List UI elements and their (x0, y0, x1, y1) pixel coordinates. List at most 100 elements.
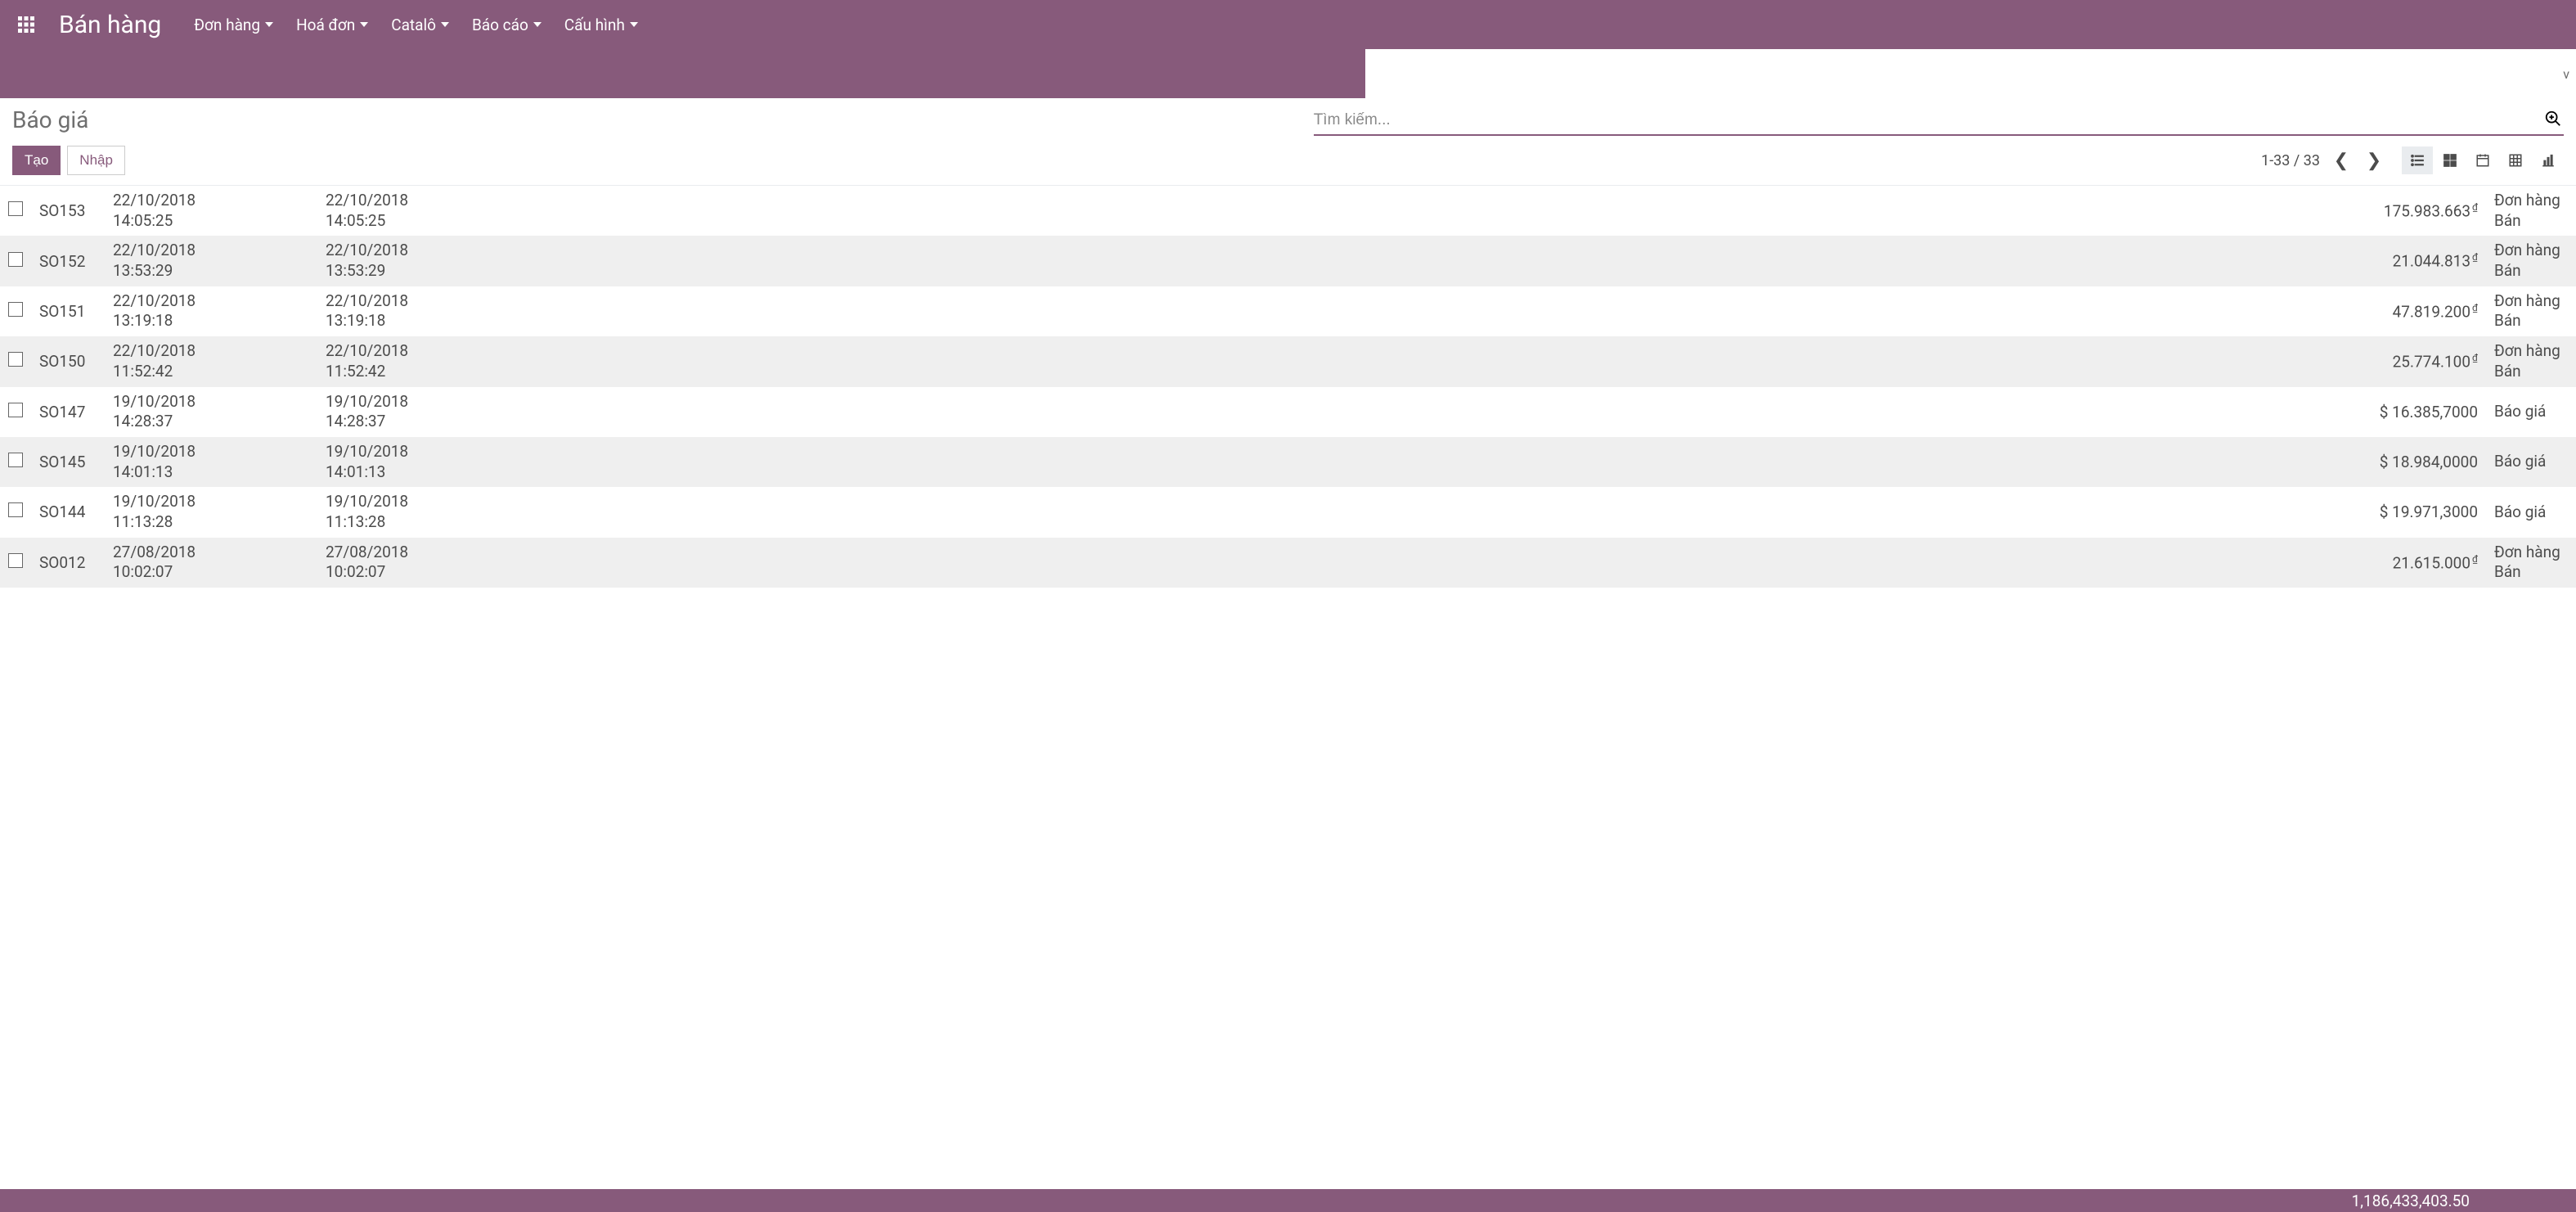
cell-status: Đơn hàngBán (2486, 336, 2576, 386)
cell-amount: 21.615.000₫ (2339, 538, 2486, 588)
row-checkbox[interactable] (8, 252, 23, 267)
cell-confirm-date: 19/10/201814:01:13 (317, 437, 448, 487)
cell-empty (448, 336, 2339, 386)
calendar-icon (2475, 153, 2490, 168)
create-button[interactable]: Tạo (12, 146, 61, 175)
menu-orders[interactable]: Đơn hàng (194, 16, 273, 34)
cell-status: Báo giá (2486, 437, 2576, 487)
cell-so: SO151 (31, 286, 105, 336)
list-view: SO15322/10/201814:05:2522/10/201814:05:2… (0, 186, 2576, 1210)
apps-icon (18, 16, 34, 33)
view-list[interactable] (2402, 146, 2433, 174)
caret-down-icon (441, 22, 449, 27)
cell-order-date: 22/10/201813:53:29 (105, 236, 317, 286)
table-row[interactable]: SO14519/10/201814:01:1319/10/201814:01:1… (0, 437, 2576, 487)
menu-label: Cấu hình (564, 16, 625, 34)
control-row1: Báo giá (12, 106, 2564, 136)
cell-confirm-date: 22/10/201813:19:18 (317, 286, 448, 336)
table-row[interactable]: SO15322/10/201814:05:2522/10/201814:05:2… (0, 186, 2576, 236)
row-checkbox[interactable] (8, 453, 23, 467)
navbar-row2: Công ty T v (0, 49, 2576, 98)
cell-order-date: 19/10/201811:13:28 (105, 487, 317, 537)
control-rhs: 1-33 / 33 ❮ ❯ (2261, 146, 2564, 174)
cell-status: Đơn hàngBán (2486, 538, 2576, 588)
cell-empty (448, 236, 2339, 286)
cell-confirm-date: 19/10/201814:28:37 (317, 387, 448, 437)
pager-prev[interactable]: ❮ (2330, 151, 2353, 171)
row-checkbox[interactable] (8, 302, 23, 317)
pager-value[interactable]: 1-33 / 33 (2261, 152, 2320, 169)
import-button[interactable]: Nhập (67, 146, 125, 175)
main-menu: Đơn hàng Hoá đơn Catalô Báo cáo Cấu hình (194, 16, 638, 34)
cell-so: SO153 (31, 186, 105, 236)
table-row[interactable]: SO15022/10/201811:52:4222/10/201811:52:4… (0, 336, 2576, 386)
navbar: Bán hàng Đơn hàng Hoá đơn Catalô Báo cáo… (0, 0, 2576, 98)
row-checkbox[interactable] (8, 352, 23, 367)
menu-reports[interactable]: Báo cáo (472, 16, 542, 34)
table-row[interactable]: SO01227/08/201810:02:0727/08/201810:02:0… (0, 538, 2576, 588)
apps-button[interactable] (10, 16, 43, 33)
cell-confirm-date: 27/08/201810:02:07 (317, 538, 448, 588)
footer-total: 1,186,433,403.50 (2352, 1192, 2470, 1210)
view-graph[interactable] (2533, 146, 2564, 174)
cell-confirm-date: 22/10/201814:05:25 (317, 186, 448, 236)
navbar-row1: Bán hàng Đơn hàng Hoá đơn Catalô Báo cáo… (0, 0, 2576, 49)
menu-catalog[interactable]: Catalô (391, 16, 449, 34)
cell-order-date: 22/10/201814:05:25 (105, 186, 317, 236)
caret-down-icon (630, 22, 638, 27)
cell-status: Báo giá (2486, 387, 2576, 437)
graph-icon (2541, 153, 2556, 168)
pivot-icon (2508, 153, 2523, 168)
table-row[interactable]: SO14419/10/201811:13:2819/10/201811:13:2… (0, 487, 2576, 537)
cell-confirm-date: 22/10/201811:52:42 (317, 336, 448, 386)
cell-order-date: 27/08/201810:02:07 (105, 538, 317, 588)
cell-empty (448, 286, 2339, 336)
cell-amount: $ 18.984,0000 (2339, 437, 2486, 487)
cell-so: SO152 (31, 236, 105, 286)
cell-so: SO144 (31, 487, 105, 537)
cell-confirm-date: 19/10/201811:13:28 (317, 487, 448, 537)
row-checkbox[interactable] (8, 201, 23, 216)
table-row[interactable]: SO14719/10/201814:28:3719/10/201814:28:3… (0, 387, 2576, 437)
caret-down-icon (360, 22, 368, 27)
menu-invoices[interactable]: Hoá đơn (296, 16, 368, 34)
view-calendar[interactable] (2467, 146, 2498, 174)
cell-amount: 47.819.200₫ (2339, 286, 2486, 336)
orders-table: SO15322/10/201814:05:2522/10/201814:05:2… (0, 186, 2576, 588)
caret-down-icon (533, 22, 542, 27)
overlay-trailing: v (2563, 66, 2569, 82)
row-checkbox[interactable] (8, 553, 23, 568)
pager: 1-33 / 33 ❮ ❯ (2261, 151, 2385, 171)
table-row[interactable]: SO15122/10/201813:19:1822/10/201813:19:1… (0, 286, 2576, 336)
pager-next[interactable]: ❯ (2362, 151, 2385, 171)
search-button[interactable] (2542, 110, 2564, 131)
cell-empty (448, 538, 2339, 588)
view-kanban[interactable] (2434, 146, 2466, 174)
row-checkbox[interactable] (8, 502, 23, 517)
control-row2: Tạo Nhập 1-33 / 33 ❮ ❯ (12, 146, 2564, 175)
cell-order-date: 22/10/201813:19:18 (105, 286, 317, 336)
cell-status: Đơn hàngBán (2486, 236, 2576, 286)
breadcrumb: Báo giá (12, 106, 88, 133)
caret-down-icon (265, 22, 273, 27)
view-switcher (2402, 146, 2564, 174)
table-row[interactable]: SO15222/10/201813:53:2922/10/201813:53:2… (0, 236, 2576, 286)
cell-order-date: 19/10/201814:01:13 (105, 437, 317, 487)
view-pivot[interactable] (2500, 146, 2531, 174)
search-plus-icon (2544, 110, 2562, 128)
cell-so: SO150 (31, 336, 105, 386)
cell-empty (448, 387, 2339, 437)
menu-label: Catalô (391, 16, 436, 34)
cell-confirm-date: 22/10/201813:53:29 (317, 236, 448, 286)
cell-order-date: 22/10/201811:52:42 (105, 336, 317, 386)
cell-empty (448, 487, 2339, 537)
cell-order-date: 19/10/201814:28:37 (105, 387, 317, 437)
menu-label: Báo cáo (472, 16, 528, 34)
menu-config[interactable]: Cấu hình (564, 16, 638, 34)
cell-amount: 21.044.813₫ (2339, 236, 2486, 286)
search-input[interactable] (1314, 111, 2542, 129)
cell-status: Đơn hàngBán (2486, 186, 2576, 236)
row-checkbox[interactable] (8, 403, 23, 417)
cell-amount: $ 19.971,3000 (2339, 487, 2486, 537)
footer-total-bar: 1,186,433,403.50 (0, 1189, 2576, 1212)
